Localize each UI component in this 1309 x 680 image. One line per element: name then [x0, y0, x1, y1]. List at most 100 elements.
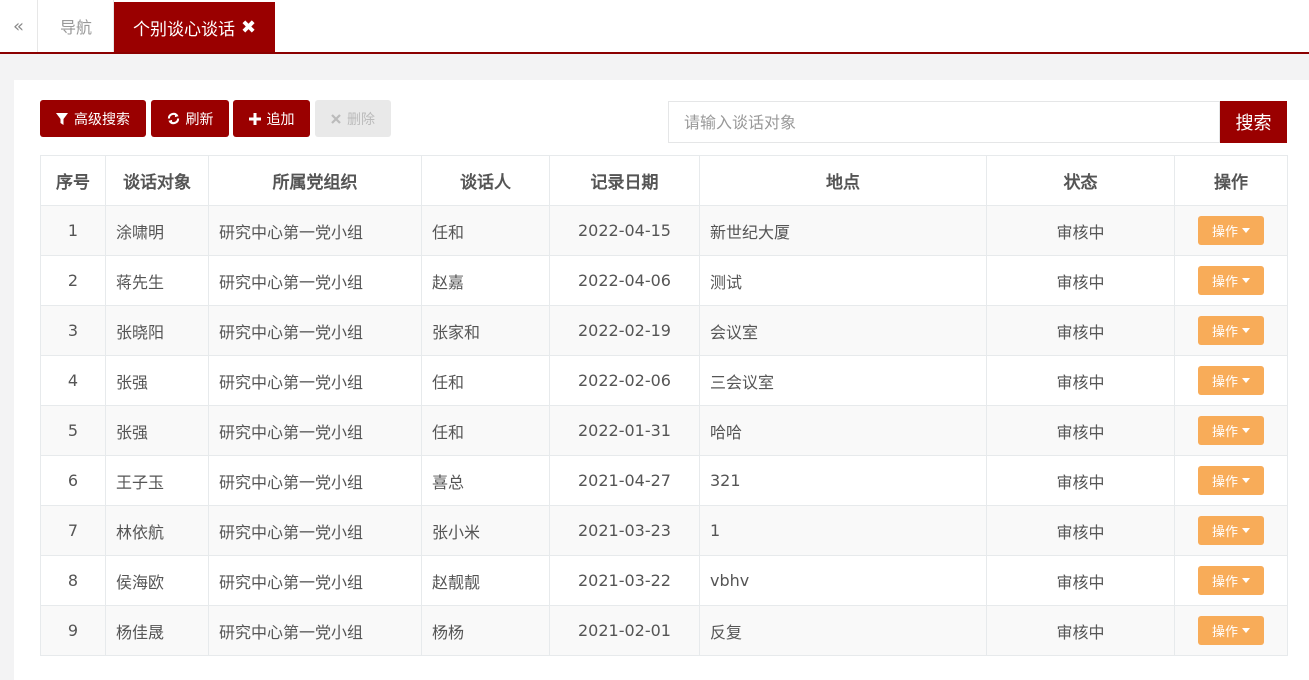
row-place: 1	[699, 505, 987, 556]
row-actions-label: 操作	[1211, 425, 1238, 440]
row-talker: 喜总	[421, 455, 550, 506]
row-actions-dropdown-button[interactable]: 操作	[1198, 566, 1264, 595]
table-row[interactable]: 5 张强 研究中心第一党小组 任和 2022-01-31 哈哈 审核中 操作	[40, 405, 1288, 456]
header-target[interactable]: 谈话对象	[105, 155, 209, 206]
caret-down-icon	[1242, 278, 1250, 283]
row-no: 8	[40, 555, 106, 606]
caret-down-icon	[1242, 628, 1250, 633]
caret-down-icon	[1242, 328, 1250, 333]
collapse-tabs-button[interactable]: «	[0, 0, 38, 52]
tab-talk-record-label: 个别谈心谈话	[132, 19, 235, 40]
row-actions: 操作	[1174, 355, 1288, 406]
row-status: 审核中	[986, 605, 1175, 656]
row-actions: 操作	[1174, 255, 1288, 306]
row-target: 张晓阳	[105, 305, 209, 356]
table-row[interactable]: 7 林依航 研究中心第一党小组 张小米 2021-03-23 1 审核中 操作	[40, 505, 1288, 556]
row-target: 杨佳晟	[105, 605, 209, 656]
close-icon[interactable]: ✖	[241, 17, 256, 38]
header-status[interactable]: 状态	[986, 155, 1175, 206]
advanced-search-button[interactable]: 高级搜索	[40, 100, 146, 137]
row-actions-label: 操作	[1211, 225, 1238, 240]
row-actions: 操作	[1174, 505, 1288, 556]
row-actions: 操作	[1174, 205, 1288, 256]
row-date: 2021-02-01	[549, 605, 700, 656]
row-talker: 赵靓靓	[421, 555, 550, 606]
row-target: 王子玉	[105, 455, 209, 506]
table-row[interactable]: 2 蒋先生 研究中心第一党小组 赵嘉 2022-04-06 测试 审核中 操作	[40, 255, 1288, 306]
plus-icon	[248, 112, 261, 125]
delete-button[interactable]: 删除	[315, 100, 391, 137]
row-place: 新世纪大厦	[699, 205, 987, 256]
row-actions-dropdown-button[interactable]: 操作	[1198, 216, 1264, 245]
table-row[interactable]: 9 杨佳晟 研究中心第一党小组 杨杨 2021-02-01 反复 审核中 操作	[40, 605, 1288, 656]
row-actions-label: 操作	[1211, 575, 1238, 590]
row-status: 审核中	[986, 455, 1175, 506]
table-row[interactable]: 6 王子玉 研究中心第一党小组 喜总 2021-04-27 321 审核中 操作	[40, 455, 1288, 506]
close-icon	[331, 113, 341, 124]
table-row[interactable]: 1 涂啸明 研究中心第一党小组 任和 2022-04-15 新世纪大厦 审核中 操作	[40, 205, 1288, 256]
caret-down-icon	[1242, 478, 1250, 483]
header-no[interactable]: 序号	[40, 155, 106, 206]
row-actions-dropdown-button[interactable]: 操作	[1198, 316, 1264, 345]
caret-down-icon	[1242, 528, 1250, 533]
refresh-label: 刷新	[185, 111, 214, 128]
row-target: 林依航	[105, 505, 209, 556]
row-no: 7	[40, 505, 106, 556]
row-status: 审核中	[986, 205, 1175, 256]
row-date: 2022-04-15	[549, 205, 700, 256]
row-actions: 操作	[1174, 455, 1288, 506]
row-talker: 杨杨	[421, 605, 550, 656]
tab-talk-record[interactable]: 个别谈心谈话 ✖	[114, 2, 275, 52]
table-row[interactable]: 4 张强 研究中心第一党小组 任和 2022-02-06 三会议室 审核中 操作	[40, 355, 1288, 406]
row-actions-dropdown-button[interactable]: 操作	[1198, 416, 1264, 445]
header-date[interactable]: 记录日期	[549, 155, 700, 206]
row-org: 研究中心第一党小组	[208, 605, 422, 656]
add-button[interactable]: 追加	[233, 100, 310, 137]
row-place: 测试	[699, 255, 987, 306]
row-actions-dropdown-button[interactable]: 操作	[1198, 616, 1264, 645]
row-no: 3	[40, 305, 106, 356]
row-target: 涂啸明	[105, 205, 209, 256]
row-actions-label: 操作	[1211, 525, 1238, 540]
row-actions-dropdown-button[interactable]: 操作	[1198, 266, 1264, 295]
row-actions-label: 操作	[1211, 475, 1238, 490]
filter-icon	[56, 112, 68, 125]
row-place: 会议室	[699, 305, 987, 356]
refresh-button[interactable]: 刷新	[151, 100, 229, 137]
table-header-row: 序号 谈话对象 所属党组织 谈话人 记录日期 地点 状态 操作	[40, 155, 1288, 206]
row-status: 审核中	[986, 305, 1175, 356]
row-target: 张强	[105, 355, 209, 406]
row-org: 研究中心第一党小组	[208, 455, 422, 506]
row-actions-label: 操作	[1211, 275, 1238, 290]
row-org: 研究中心第一党小组	[208, 305, 422, 356]
row-org: 研究中心第一党小组	[208, 555, 422, 606]
header-org[interactable]: 所属党组织	[208, 155, 422, 206]
table-row[interactable]: 8 侯海欧 研究中心第一党小组 赵靓靓 2021-03-22 vbhv 审核中 操作	[40, 555, 1288, 606]
row-actions-dropdown-button[interactable]: 操作	[1198, 466, 1264, 495]
tab-nav[interactable]: 导航	[39, 0, 114, 52]
row-place: 哈哈	[699, 405, 987, 456]
header-talker[interactable]: 谈话人	[421, 155, 550, 206]
row-status: 审核中	[986, 505, 1175, 556]
search-input[interactable]	[668, 101, 1220, 143]
row-actions-dropdown-button[interactable]: 操作	[1198, 516, 1264, 545]
advanced-search-label: 高级搜索	[74, 111, 130, 128]
refresh-icon	[167, 112, 179, 125]
row-talker: 任和	[421, 355, 550, 406]
search-button[interactable]: 搜索	[1220, 101, 1287, 143]
header-place[interactable]: 地点	[699, 155, 987, 206]
row-actions: 操作	[1174, 605, 1288, 656]
search-button-label: 搜索	[1235, 113, 1272, 134]
row-actions-dropdown-button[interactable]: 操作	[1198, 366, 1264, 395]
double-chevron-left-icon: «	[12, 15, 24, 37]
row-date: 2021-03-22	[549, 555, 700, 606]
row-talker: 任和	[421, 405, 550, 456]
row-status: 审核中	[986, 355, 1175, 406]
row-actions-label: 操作	[1211, 375, 1238, 390]
row-org: 研究中心第一党小组	[208, 205, 422, 256]
tab-bar: « 导航 个别谈心谈话 ✖	[0, 0, 1309, 54]
row-place: 三会议室	[699, 355, 987, 406]
row-date: 2022-01-31	[549, 405, 700, 456]
caret-down-icon	[1242, 228, 1250, 233]
table-row[interactable]: 3 张晓阳 研究中心第一党小组 张家和 2022-02-19 会议室 审核中 操作	[40, 305, 1288, 356]
